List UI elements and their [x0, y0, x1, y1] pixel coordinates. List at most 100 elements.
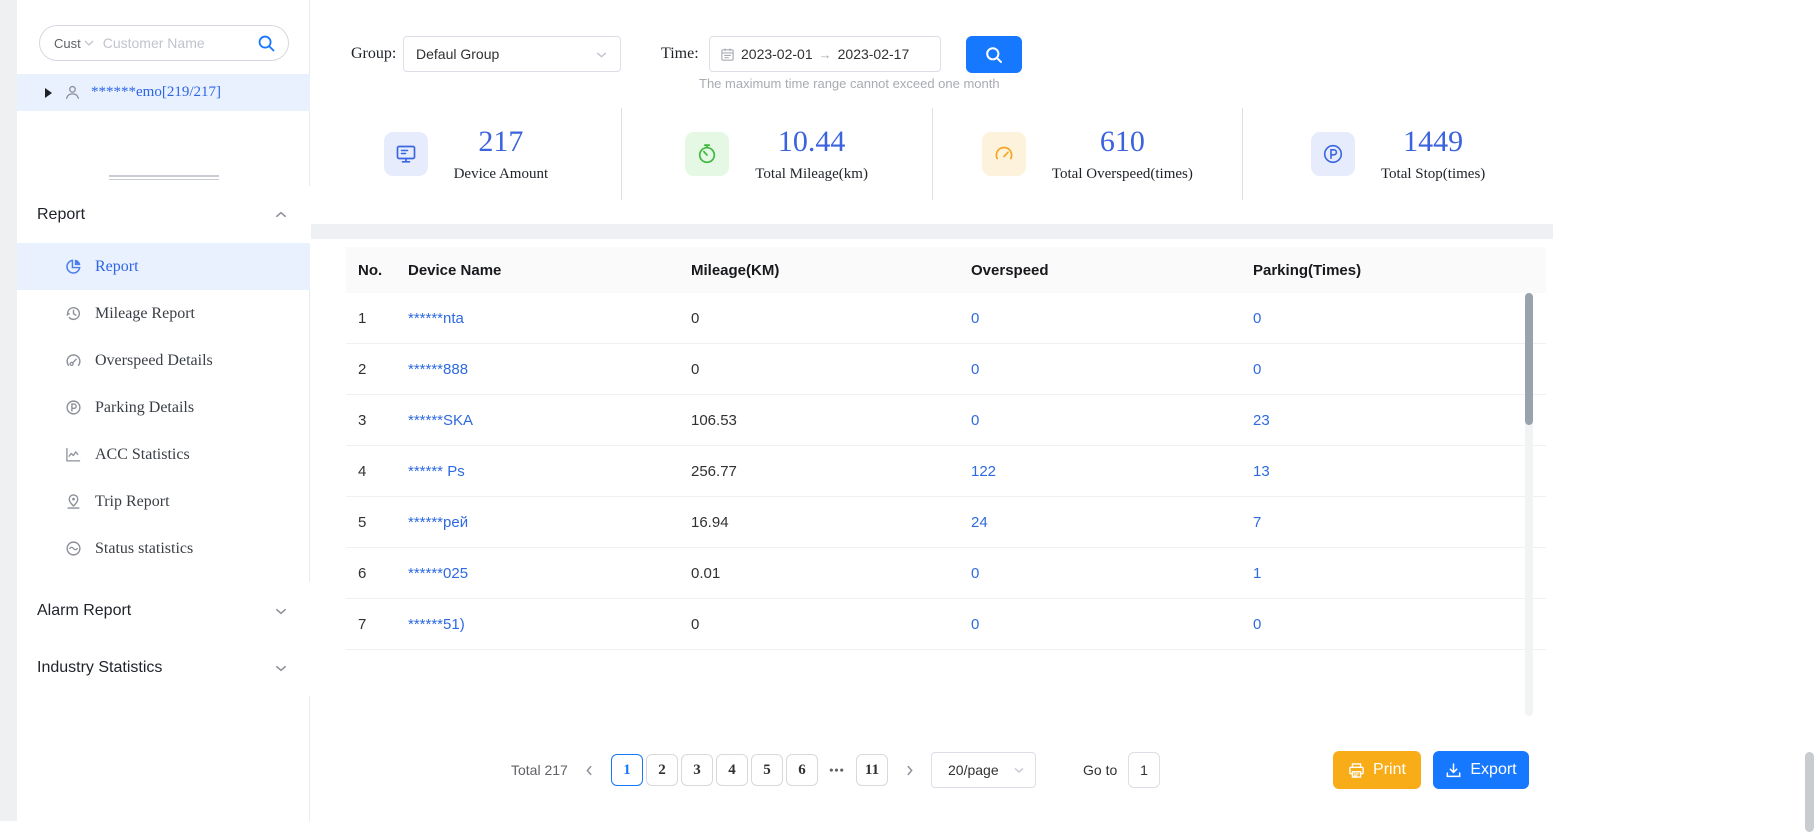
customer-tree-label: ******emo[219/217] [91, 84, 221, 100]
page-size-select[interactable]: 20/page [931, 752, 1036, 788]
overspeed-link[interactable]: 122 [971, 463, 1253, 480]
goto-page-input[interactable] [1128, 752, 1160, 788]
drag-handle-icon [108, 174, 219, 180]
sidebar-item-label: Overspeed Details [95, 351, 213, 369]
overspeed-link[interactable]: 0 [971, 361, 1253, 378]
main-content: Group: Defaul Group Time: 2023-02-01 → 2… [311, 0, 1553, 821]
page-button-5[interactable]: 5 [751, 754, 783, 786]
page-button-6[interactable]: 6 [786, 754, 818, 786]
more-pages-button[interactable]: ••• [821, 754, 853, 786]
table-row: 4 ****** Ps 256.77 122 13 [346, 446, 1546, 497]
panel-resize-handle[interactable] [17, 170, 310, 184]
cell-mileage: 256.77 [691, 462, 737, 480]
sidebar-menu: Report Report Mileage Report Overspeed D… [17, 186, 310, 696]
column-header-overspeed: Overspeed [971, 261, 1049, 279]
print-button[interactable]: Print [1333, 751, 1421, 789]
sidebar-item-status-statistics[interactable]: Status statistics [17, 525, 310, 572]
parking-link[interactable]: 23 [1253, 412, 1546, 429]
group-select[interactable]: Defaul Group [403, 36, 621, 72]
export-button[interactable]: Export [1433, 751, 1529, 789]
stat-total-overspeed: 610 Total Overspeed(times) [931, 108, 1243, 200]
search-button[interactable] [966, 36, 1022, 73]
time-range-hint: The maximum time range cannot exceed one… [699, 76, 1000, 91]
page-button-11[interactable]: 11 [856, 754, 888, 786]
menu-section-label: Alarm Report [37, 601, 132, 619]
stat-total-mileage: 10.44 Total Mileage(km) [620, 108, 932, 200]
page-left-margin [0, 0, 17, 821]
next-page-button[interactable] [897, 758, 921, 782]
page-button-4[interactable]: 4 [716, 754, 748, 786]
overspeed-link[interactable]: 0 [971, 565, 1253, 582]
report-table: No. Device Name Mileage(KM) Overspeed Pa… [346, 247, 1546, 716]
parking-link[interactable]: 1 [1253, 565, 1546, 582]
device-name-link[interactable]: ******nta [408, 310, 691, 327]
speedometer-icon [65, 352, 82, 369]
pagination-bar: Total 217 1 2 3 4 5 6 ••• 11 20/page Go … [311, 735, 1553, 805]
sidebar-item-acc-statistics[interactable]: ACC Statistics [17, 431, 310, 478]
parking-link[interactable]: 0 [1253, 361, 1546, 378]
sidebar-item-trip-report[interactable]: Trip Report [17, 478, 310, 525]
customer-name-input[interactable] [102, 35, 257, 51]
cell-mileage: 0 [691, 615, 700, 633]
parking-link[interactable]: 0 [1253, 616, 1546, 633]
device-name-link[interactable]: ******025 [408, 565, 691, 582]
table-header-row: No. Device Name Mileage(KM) Overspeed Pa… [346, 247, 1546, 293]
page-button-3[interactable]: 3 [681, 754, 713, 786]
status-wave-icon [65, 540, 82, 557]
cell-no: 6 [358, 564, 367, 582]
sidebar-item-parking-details[interactable]: Parking Details [17, 384, 310, 431]
page-button-2[interactable]: 2 [646, 754, 678, 786]
search-type-value: Cust [54, 35, 81, 51]
parking-link[interactable]: 7 [1253, 514, 1546, 531]
stopwatch-icon [685, 132, 730, 176]
overspeed-link[interactable]: 24 [971, 514, 1253, 531]
device-name-link[interactable]: ******888 [408, 361, 691, 378]
cell-no: 1 [358, 309, 367, 327]
page-scrollbar-thumb[interactable] [1805, 752, 1814, 832]
table-scrollbar-track[interactable] [1525, 293, 1533, 716]
date-start-value[interactable]: 2023-02-01 [741, 46, 813, 62]
sidebar-item-overspeed-details[interactable]: Overspeed Details [17, 337, 310, 384]
sidebar-item-label: Parking Details [95, 398, 195, 416]
search-icon[interactable] [257, 34, 276, 53]
parking-circle-icon [1310, 132, 1355, 176]
prev-page-button[interactable] [577, 758, 601, 782]
customer-tree-item[interactable]: ******emo[219/217] [17, 74, 310, 111]
stat-value: 10.44 [777, 125, 846, 158]
menu-section-industry-statistics[interactable]: Industry Statistics [17, 639, 310, 696]
device-name-link[interactable]: ******рей [408, 514, 691, 531]
page-buttons: 1 2 3 4 5 6 ••• 11 [611, 754, 888, 786]
column-header-mileage: Mileage(KM) [691, 261, 780, 279]
cell-mileage: 16.94 [691, 513, 729, 531]
menu-section-alarm-report[interactable]: Alarm Report [17, 582, 310, 639]
history-clock-icon [65, 305, 82, 322]
sidebar-item-mileage-report[interactable]: Mileage Report [17, 290, 310, 337]
date-end-value[interactable]: 2023-02-17 [838, 46, 910, 62]
parking-link[interactable]: 13 [1253, 463, 1546, 480]
search-icon [984, 45, 1004, 65]
column-header-no: No. [358, 261, 383, 279]
chevron-up-icon [274, 208, 288, 222]
device-name-link[interactable]: ****** Ps [408, 463, 691, 480]
caret-right-icon[interactable] [45, 87, 52, 98]
search-type-select[interactable]: Cust [54, 36, 95, 51]
table-scrollbar-thumb[interactable] [1525, 293, 1533, 425]
parking-link[interactable]: 0 [1253, 310, 1546, 327]
overspeed-link[interactable]: 0 [971, 310, 1253, 327]
download-icon [1445, 762, 1462, 779]
overspeed-link[interactable]: 0 [971, 412, 1253, 429]
stat-value: 1449 [1403, 125, 1464, 158]
cell-mileage: 0 [691, 360, 700, 378]
overspeed-link[interactable]: 0 [971, 616, 1253, 633]
menu-section-report[interactable]: Report [17, 186, 310, 243]
date-range-picker[interactable]: 2023-02-01 → 2023-02-17 [709, 36, 941, 72]
page-button-1[interactable]: 1 [611, 754, 643, 786]
device-name-link[interactable]: ******SKA [408, 412, 691, 429]
sidebar-item-report[interactable]: Report [17, 243, 310, 290]
stat-value: 217 [478, 125, 524, 158]
location-pin-icon [65, 493, 82, 510]
customer-search-bar[interactable]: Cust [39, 25, 289, 61]
chevron-down-icon [595, 48, 608, 61]
device-name-link[interactable]: ******51) [408, 616, 691, 633]
section-divider [311, 224, 1553, 239]
